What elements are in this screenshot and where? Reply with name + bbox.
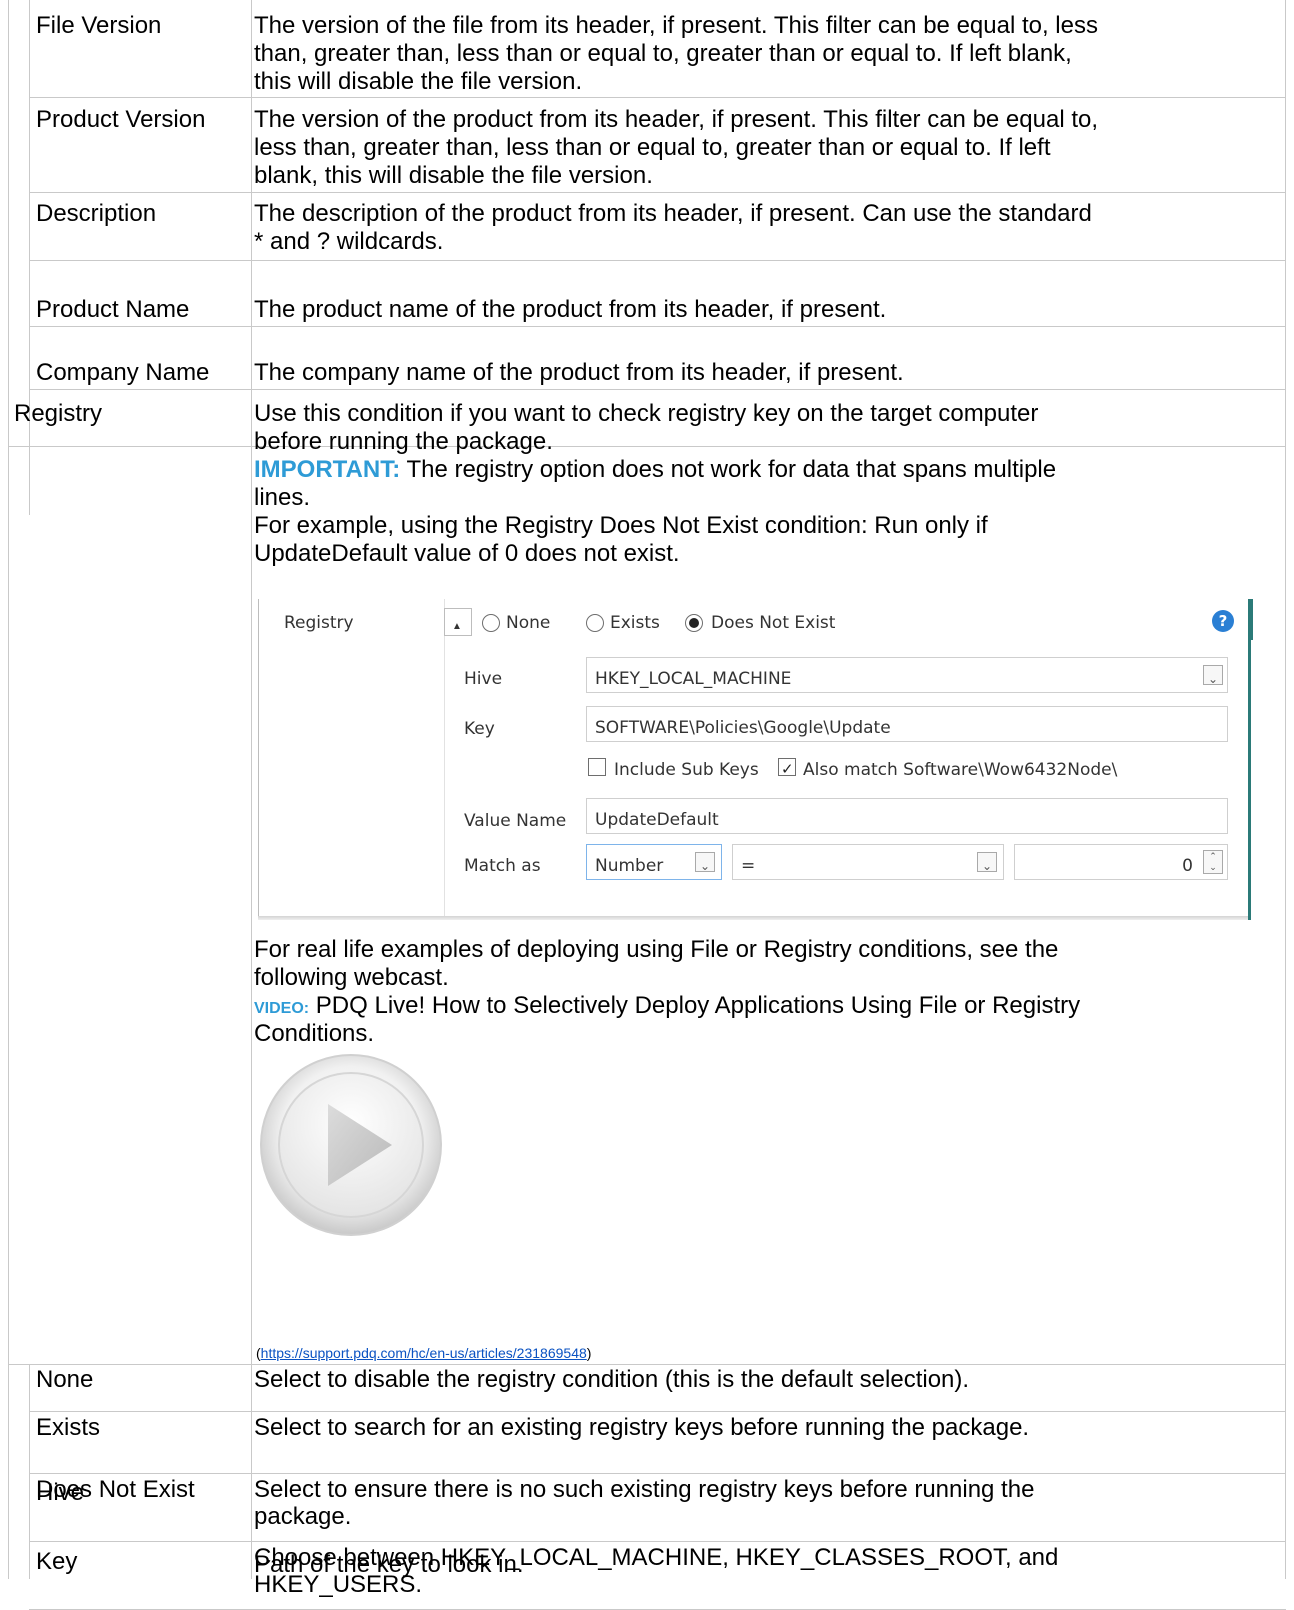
row-title-company-name: Company Name: [36, 359, 210, 386]
screenshot-fields: Hive HKEY_LOCAL_MACHINE ⌄ Key SOFTWARE\P…: [258, 599, 1255, 922]
table-border: [8, 446, 1286, 447]
radio-exists-label: Exists: [610, 613, 660, 633]
video-label: VIDEO:: [254, 1000, 310, 1017]
row-desc-line: package.: [254, 1503, 352, 1530]
row-desc-line: The product name of the product from its…: [254, 296, 887, 323]
row-desc-line: blank, this will disable the file versio…: [254, 162, 653, 189]
radio-does-not-exist-label: Does Not Exist: [711, 613, 836, 633]
also-match-label: Also match Software\Wow6432Node\: [803, 760, 1118, 780]
table-border: [29, 0, 30, 515]
radio-none[interactable]: [482, 614, 500, 632]
row-desc-line: The version of the file from its header,…: [254, 12, 1098, 39]
radio-none-label: None: [506, 613, 551, 633]
video-link[interactable]: https://support.pdq.com/hc/en-us/article…: [261, 1345, 587, 1361]
table-border: [29, 389, 1286, 390]
real-life-line: following webcast.: [254, 964, 449, 991]
row-desc-line: Select to disable the registry condition…: [254, 1366, 970, 1393]
row-desc-line: The description of the product from its …: [254, 200, 1092, 227]
include-sub-keys-label: Include Sub Keys: [614, 760, 759, 780]
table-border: [29, 192, 1286, 193]
real-life-line: For real life examples of deploying usin…: [254, 936, 1059, 963]
row-title-file-version: File Version: [36, 12, 162, 39]
spinner-arrows-icon[interactable]: ⌃ ⌄: [1203, 850, 1223, 874]
row-desc-line: Path of the key to look in.: [254, 1551, 524, 1578]
example-line: UpdateDefault value of 0 does not exist.: [254, 540, 680, 567]
value-name-input[interactable]: UpdateDefault: [586, 798, 1228, 834]
table-border: [29, 1541, 1286, 1542]
table-border: [8, 1364, 1286, 1365]
important-text-cont: lines.: [254, 484, 311, 511]
chevron-down-icon[interactable]: ⌄: [1203, 665, 1223, 686]
table-border: [29, 326, 1286, 327]
radio-exists[interactable]: [586, 614, 604, 632]
hive-select[interactable]: HKEY_LOCAL_MACHINE ⌄: [586, 657, 1228, 693]
row-desc-line: Select to search for an existing registr…: [254, 1414, 1030, 1441]
video-text: PDQ Live! How to Selectively Deploy Appl…: [309, 992, 1081, 1019]
radio-does-not-exist[interactable]: [685, 614, 703, 632]
hive-label: Hive: [464, 669, 503, 689]
table-border: [29, 1411, 1286, 1412]
registry-intro-line: Use this condition if you want to check …: [254, 400, 1039, 427]
table-border: [29, 1473, 1286, 1474]
row-title-description: Description: [36, 200, 157, 227]
example-line: For example, using the Registry Does Not…: [254, 512, 988, 539]
row-title-none: None: [36, 1366, 94, 1393]
table-border: [1285, 0, 1286, 1579]
table-border: [251, 0, 252, 1579]
match-as-label: Match as: [464, 856, 541, 876]
key-label: Key: [464, 719, 495, 739]
row-title-product-name: Product Name: [36, 296, 190, 323]
video-play-icon[interactable]: [258, 1052, 444, 1238]
chevron-down-icon[interactable]: ⌄: [695, 852, 715, 873]
match-type-select[interactable]: Number ⌄: [586, 844, 722, 880]
help-icon[interactable]: ?: [1212, 610, 1234, 632]
collapse-icon: ▲: [452, 621, 462, 632]
row-desc-line: The company name of the product from its…: [254, 359, 904, 386]
registry-intro-line: before running the package.: [254, 428, 553, 455]
match-operator-select[interactable]: = ⌄: [732, 844, 1004, 880]
row-title-hive: Hive: [36, 1479, 85, 1506]
table-border: [29, 97, 1286, 98]
collapse-button[interactable]: ▲: [444, 608, 472, 636]
row-desc-line: Select to ensure there is no such existi…: [254, 1476, 1035, 1503]
important-label: IMPORTANT:: [254, 456, 401, 483]
value-name-label: Value Name: [464, 811, 567, 831]
row-title-product-version: Product Version: [36, 106, 206, 133]
include-sub-keys-checkbox[interactable]: [588, 758, 606, 776]
check-icon: ✓: [781, 761, 794, 778]
video-text-cont: Conditions.: [254, 1020, 375, 1047]
row-desc-line: this will disable the file version.: [254, 68, 583, 95]
video-note: VIDEO: PDQ Live! How to Selectively Depl…: [254, 992, 1080, 1023]
match-value-spinner[interactable]: 0 ⌃ ⌄: [1014, 844, 1228, 880]
row-desc-line: * and ? wildcards.: [254, 228, 444, 255]
important-text: The registry option does not work for da…: [400, 456, 1057, 483]
row-title-key: Key: [36, 1548, 78, 1575]
document-page: File Version The version of the file fro…: [0, 0, 1294, 1610]
row-title-registry: Registry: [14, 400, 103, 427]
also-match-checkbox[interactable]: ✓: [778, 758, 796, 778]
row-desc-line: The version of the product from its head…: [254, 106, 1099, 133]
table-border: [29, 260, 1286, 261]
row-title-exists: Exists: [36, 1414, 101, 1441]
row-desc-line: less than, greater than, less than or eq…: [254, 134, 1051, 161]
chevron-down-icon[interactable]: ⌄: [977, 852, 997, 873]
important-note: IMPORTANT: The registry option does not …: [254, 456, 1056, 484]
video-link-line: (https://support.pdq.com/hc/en-us/articl…: [256, 1345, 592, 1361]
table-border: [29, 1364, 30, 1579]
key-input[interactable]: SOFTWARE\Policies\Google\Update: [586, 706, 1228, 742]
row-desc-line: than, greater than, less than or equal t…: [254, 40, 1072, 67]
table-border: [8, 0, 9, 1579]
registry-label: Registry: [284, 613, 354, 633]
